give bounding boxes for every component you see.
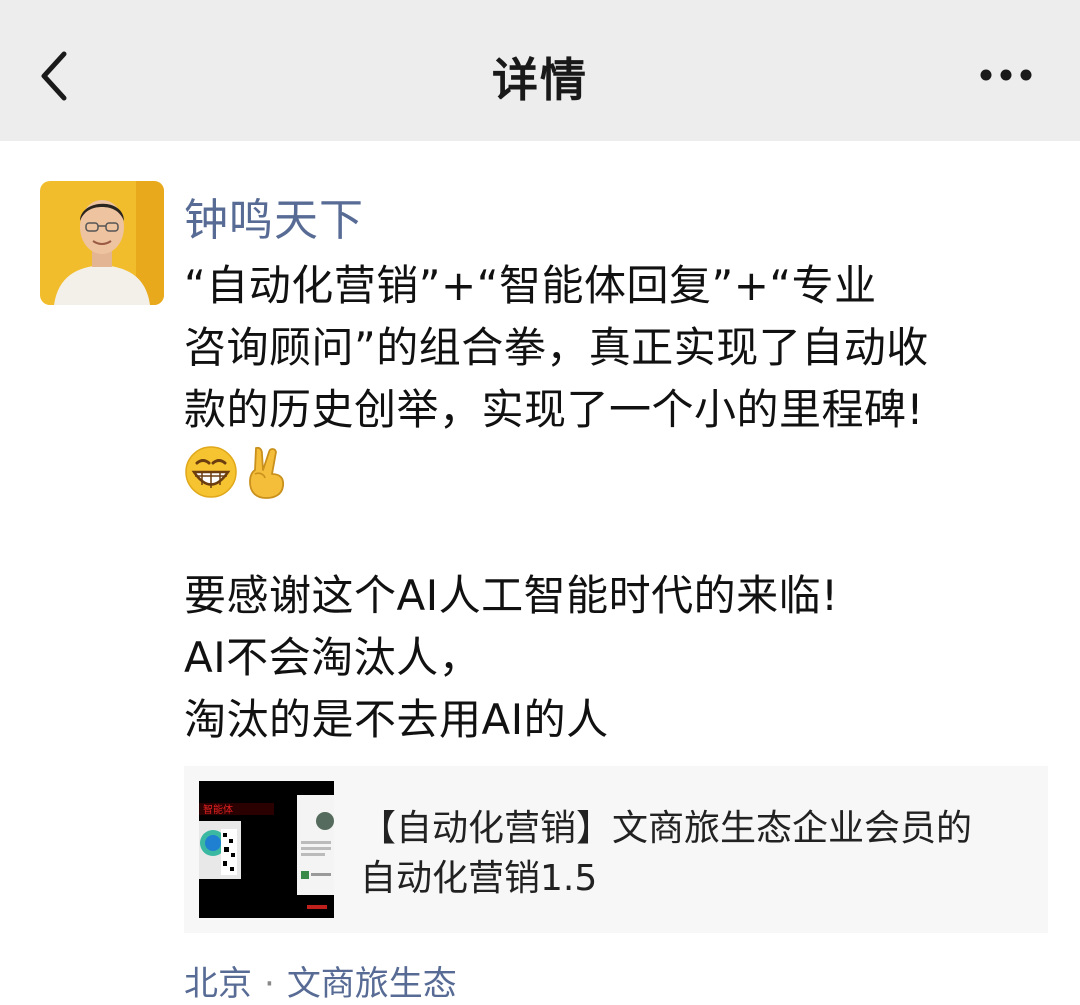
more-button[interactable] <box>976 60 1036 90</box>
emoji-row <box>184 441 1034 503</box>
more-dots-icon <box>980 69 1032 81</box>
page-title: 详情 <box>492 53 588 107</box>
location-info[interactable]: 北京 · 文商旅生态 <box>184 956 457 1005</box>
post-text-line: 要感谢这个AI人工智能时代的来临! <box>184 571 839 620</box>
victory-hand-emoji-icon <box>249 446 285 499</box>
grin-emoji-icon <box>185 446 237 498</box>
author-name[interactable]: 钟鸣天下 <box>184 184 364 248</box>
thumbnail-caption: 智能体 <box>203 803 233 816</box>
post-text-line: AI不会淘汰人， <box>184 633 482 682</box>
post-text-line: 咨询顾问”的组合拳，真正实现了自动收 <box>184 323 929 372</box>
avatar-photo <box>40 181 164 305</box>
post-text-line: 款的历史创举，实现了一个小的里程碑! <box>184 385 924 434</box>
location-tag: 文商旅生态 <box>286 964 457 1004</box>
location-city: 北京 <box>184 964 252 1004</box>
post-text-line: “自动化营销”+“智能体回复”+“专业 <box>184 261 877 310</box>
article-title-line: 自动化营销1.5 <box>360 858 598 899</box>
avatar[interactable] <box>40 181 164 305</box>
article-thumbnail: 智能体 <box>199 781 334 918</box>
top-navigation-bar: 详情 <box>0 0 1080 141</box>
post-body: “自动化营销”+“智能体回复”+“专业 咨询顾问”的组合拳，真正实现了自动收 款… <box>184 255 1034 751</box>
article-title-line: 【自动化营销】文商旅生态企业会员的 <box>360 808 973 849</box>
article-title: 【自动化营销】文商旅生态企业会员的 自动化营销1.5 <box>360 804 1020 904</box>
location-separator: · <box>264 964 275 1004</box>
article-thumbnail-image: 智能体 <box>199 781 334 918</box>
shared-article-card[interactable]: 智能体 【自动化营销】文商旅生态企业会员的 自动化营销1.5 <box>184 766 1048 933</box>
post-text-line: 淘汰的是不去用AI的人 <box>184 695 609 744</box>
